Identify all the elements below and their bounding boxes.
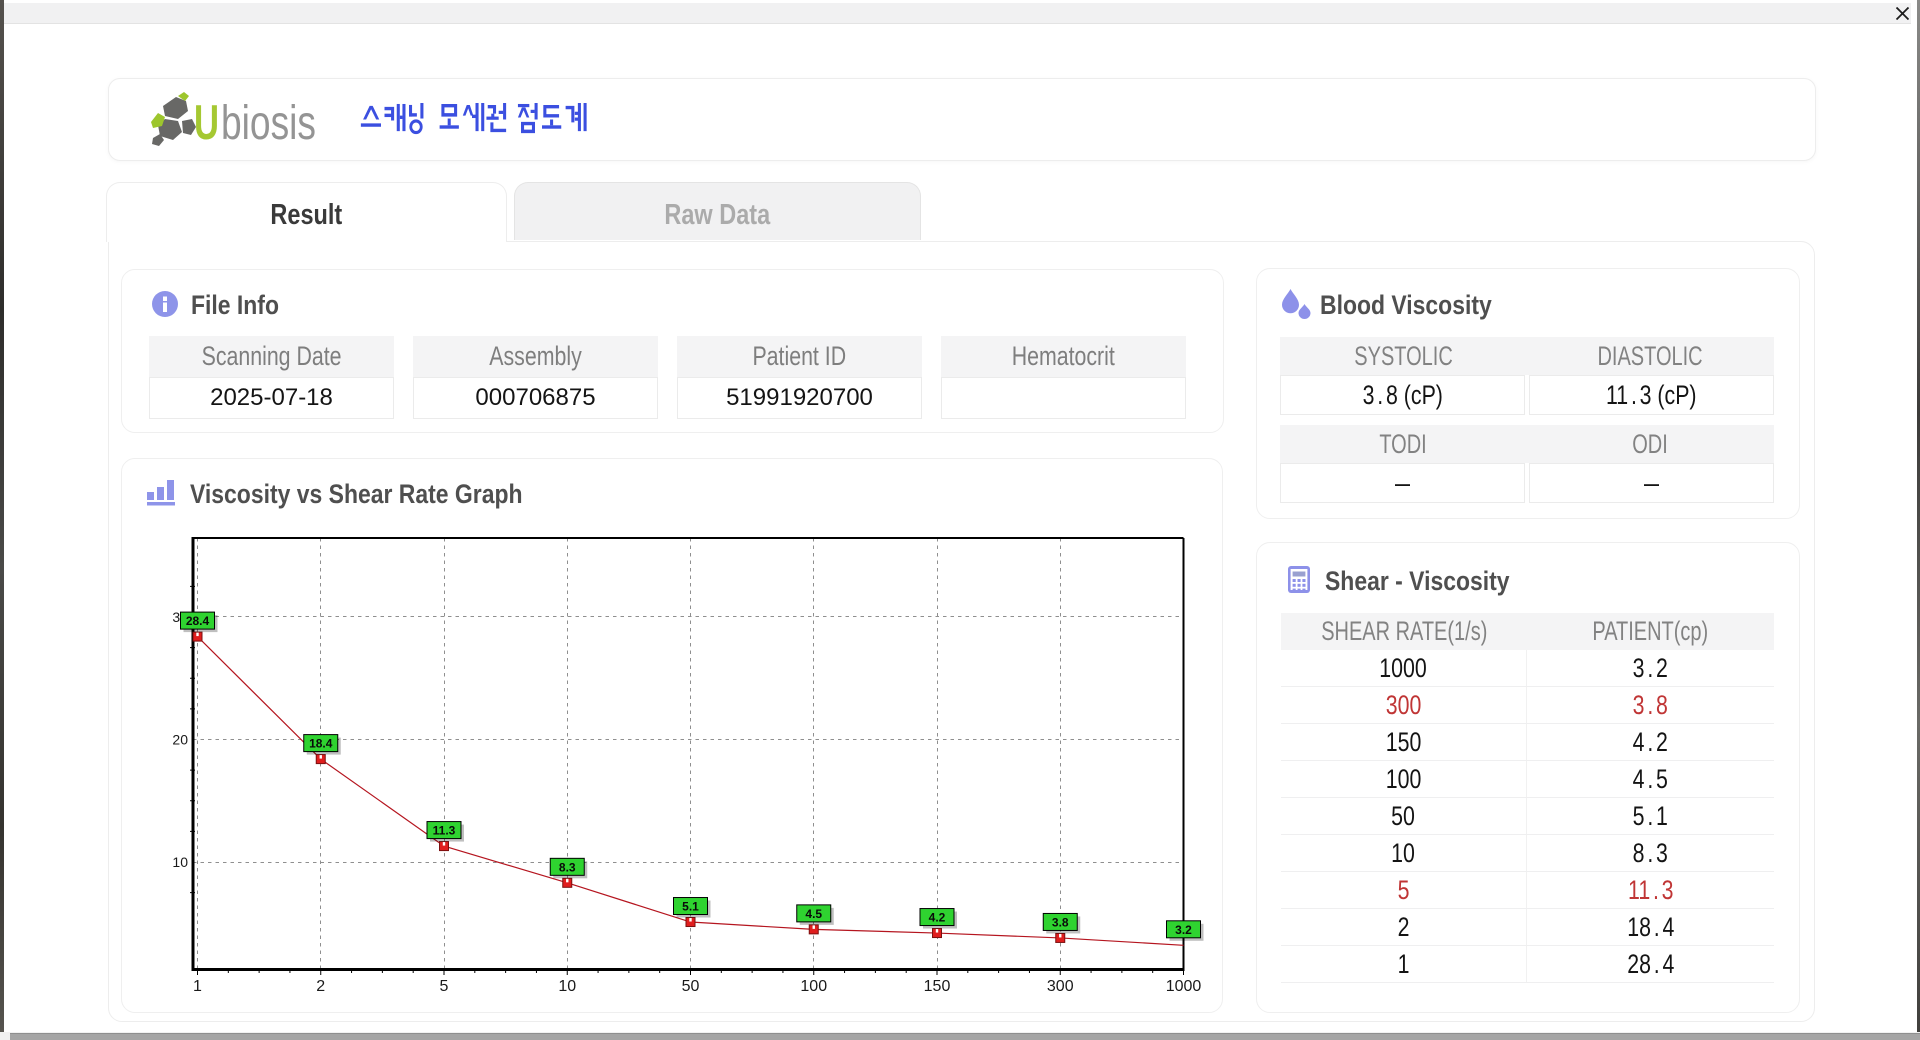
svg-text:10: 10 (558, 978, 576, 995)
svg-text:4.2: 4.2 (929, 911, 946, 925)
svg-text:biosis: biosis (221, 97, 316, 150)
svg-text:U: U (194, 96, 219, 150)
svg-text:8.3: 8.3 (559, 860, 576, 874)
svg-text:10: 10 (172, 854, 188, 870)
svg-text:3.2: 3.2 (1175, 923, 1192, 937)
svg-text:150: 150 (924, 978, 951, 995)
svg-text:100: 100 (800, 978, 827, 995)
svg-text:300: 300 (1047, 978, 1074, 995)
svg-text:5.1: 5.1 (682, 900, 699, 914)
svg-text:28.4: 28.4 (186, 614, 210, 628)
svg-text:1: 1 (193, 978, 202, 995)
svg-text:20: 20 (172, 732, 188, 748)
svg-text:2: 2 (316, 978, 325, 995)
svg-text:11.3: 11.3 (433, 824, 456, 838)
svg-text:4.5: 4.5 (805, 907, 822, 921)
svg-text:1000: 1000 (1166, 978, 1202, 995)
svg-text:3.8: 3.8 (1052, 915, 1069, 929)
svg-text:18.4: 18.4 (309, 737, 333, 751)
svg-text:50: 50 (682, 978, 700, 995)
svg-text:5: 5 (440, 978, 449, 995)
